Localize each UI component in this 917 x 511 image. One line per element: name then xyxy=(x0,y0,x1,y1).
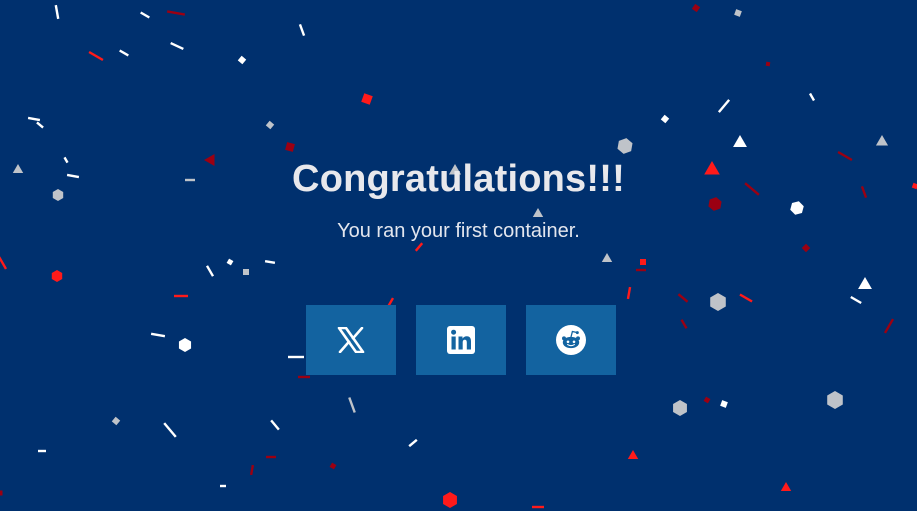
confetti-piece xyxy=(765,61,771,67)
confetti-piece xyxy=(266,455,276,459)
confetti-piece xyxy=(174,294,188,298)
confetti-piece xyxy=(348,397,356,413)
confetti-piece xyxy=(205,265,215,277)
page-subtitle: You ran your first container. xyxy=(337,220,580,242)
confetti-piece xyxy=(298,375,310,379)
confetti-piece xyxy=(220,484,226,488)
confetti-piece xyxy=(249,464,255,476)
share-linkedin-button[interactable] xyxy=(416,305,506,375)
confetti-piece xyxy=(0,490,3,496)
confetti-piece xyxy=(270,419,280,431)
confetti-piece xyxy=(734,9,742,17)
confetti-piece xyxy=(636,268,646,272)
confetti-piece xyxy=(739,293,753,303)
confetti-piece xyxy=(677,293,689,303)
confetti-piece xyxy=(733,135,747,147)
confetti-piece xyxy=(790,201,804,215)
confetti-piece xyxy=(601,253,613,262)
confetti-piece xyxy=(680,319,688,329)
confetti-piece xyxy=(858,277,872,289)
confetti-piece xyxy=(226,258,234,266)
confetti-piece xyxy=(36,121,44,129)
confetti-piece xyxy=(163,422,177,438)
confetti-piece xyxy=(0,254,8,270)
confetti-piece xyxy=(640,259,646,265)
confetti-piece xyxy=(51,270,63,282)
confetti-piece xyxy=(801,243,811,253)
confetti-piece xyxy=(720,400,728,408)
confetti-piece xyxy=(827,391,843,409)
confetti-piece xyxy=(119,49,129,57)
confetti-piece xyxy=(443,492,457,508)
confetti-piece xyxy=(54,4,60,20)
confetti-piece xyxy=(710,293,726,311)
confetti-piece xyxy=(780,482,792,491)
reddit-logo-icon xyxy=(556,325,586,355)
confetti-piece xyxy=(660,114,670,124)
confetti-piece xyxy=(532,208,544,217)
confetti-piece xyxy=(27,116,41,122)
share-reddit-button[interactable] xyxy=(526,305,616,375)
linkedin-logo-icon xyxy=(447,326,475,354)
confetti-piece xyxy=(808,92,816,102)
confetti-piece xyxy=(532,505,544,509)
share-buttons xyxy=(306,305,616,375)
confetti-piece xyxy=(617,138,633,154)
confetti-piece xyxy=(883,318,895,334)
confetti-piece xyxy=(178,338,192,352)
confetti-piece xyxy=(38,449,46,453)
confetti-piece xyxy=(850,295,862,305)
confetti-piece xyxy=(298,23,306,37)
confetti-piece xyxy=(170,41,184,51)
confetti-piece xyxy=(627,450,639,459)
confetti-background xyxy=(0,3,917,509)
confetti-piece xyxy=(288,355,304,359)
confetti-piece xyxy=(703,396,711,404)
confetti-piece xyxy=(691,3,701,13)
confetti-piece xyxy=(414,242,424,252)
confetti-piece xyxy=(88,50,104,62)
x-logo-icon xyxy=(337,327,365,353)
confetti-piece xyxy=(673,400,687,416)
confetti-piece xyxy=(243,269,249,275)
share-x-button[interactable] xyxy=(306,305,396,375)
confetti-piece xyxy=(237,55,247,65)
confetti-piece xyxy=(626,286,632,300)
confetti-piece xyxy=(285,142,295,152)
confetti-piece xyxy=(111,416,121,426)
confetti-piece xyxy=(361,93,373,105)
confetti-piece xyxy=(408,438,418,448)
confetti-piece xyxy=(150,332,166,338)
confetti-piece xyxy=(166,10,186,16)
confetti-piece xyxy=(875,135,889,146)
confetti-piece xyxy=(329,462,337,470)
page-title: Congratulations!!! xyxy=(292,158,625,200)
confetti-piece xyxy=(717,99,731,113)
confetti-piece xyxy=(265,120,275,130)
confetti-piece xyxy=(264,259,276,265)
confetti-piece xyxy=(140,11,150,19)
